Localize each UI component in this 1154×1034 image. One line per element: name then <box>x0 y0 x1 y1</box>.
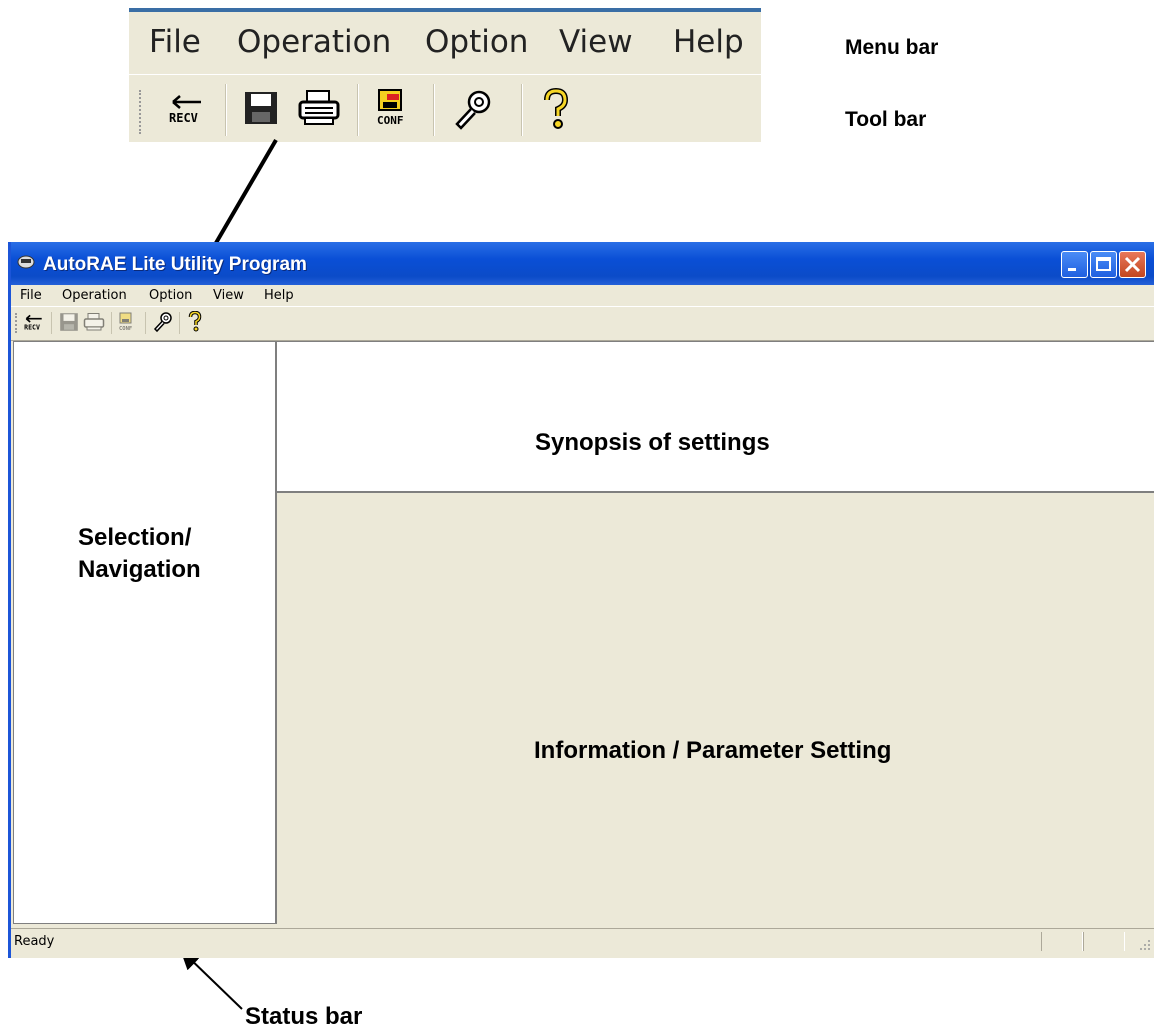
resize-grip-icon[interactable] <box>1137 937 1151 951</box>
minimize-button[interactable] <box>1061 251 1088 278</box>
window-title: AutoRAE Lite Utility Program <box>43 254 307 275</box>
menu-operation[interactable]: Operation <box>62 288 127 303</box>
app-window: AutoRAE Lite Utility Program File Operat… <box>8 242 1154 958</box>
menu-file[interactable]: File <box>20 288 42 303</box>
config-icon[interactable]: CONF <box>117 311 139 333</box>
menu-view[interactable]: View <box>213 288 244 303</box>
synopsis-pane[interactable]: Synopsis of settings <box>276 341 1154 493</box>
toolbar-separator <box>51 312 52 334</box>
synopsis-label: Synopsis of settings <box>535 429 770 456</box>
close-button[interactable] <box>1119 251 1146 278</box>
menu-help[interactable]: Help <box>264 288 294 303</box>
title-bar[interactable]: AutoRAE Lite Utility Program <box>11 242 1154 285</box>
toolbar-separator <box>145 312 146 334</box>
status-panel <box>1041 932 1083 951</box>
maximize-button[interactable] <box>1090 251 1117 278</box>
left-pane-label-line2: Navigation <box>78 556 201 583</box>
toolbar-separator <box>179 312 180 334</box>
minimize-icon <box>1068 268 1076 271</box>
toolbar-grip[interactable] <box>15 313 17 333</box>
recv-icon[interactable]: RECV <box>23 311 45 333</box>
status-panel <box>1083 932 1125 951</box>
information-parameter-pane[interactable]: Information / Parameter Setting <box>276 493 1154 924</box>
print-icon[interactable] <box>83 311 105 333</box>
status-bar-annotation: Status bar <box>245 1003 363 1030</box>
status-bar: Ready <box>11 928 1154 955</box>
toolbar-separator <box>111 312 112 334</box>
svg-text:RECV: RECV <box>24 324 40 332</box>
wrench-icon[interactable] <box>152 311 174 333</box>
svg-text:CONF: CONF <box>119 326 132 332</box>
tool-bar: RECV CONF <box>11 307 1154 341</box>
save-icon[interactable] <box>58 311 80 333</box>
close-icon <box>1124 256 1141 273</box>
selection-navigation-pane[interactable]: Selection/ Navigation <box>13 341 276 924</box>
app-icon <box>17 255 35 269</box>
help-icon[interactable] <box>187 311 203 333</box>
status-text: Ready <box>14 934 55 949</box>
menu-option[interactable]: Option <box>149 288 192 303</box>
maximize-icon <box>1096 257 1111 271</box>
menu-bar: File Operation Option View Help <box>11 285 1154 307</box>
information-label: Information / Parameter Setting <box>534 737 892 764</box>
selection-navigation-label: Selection/ Navigation <box>78 522 201 586</box>
left-pane-label-line1: Selection/ <box>78 524 192 551</box>
status-pointer-arrow <box>180 949 243 1010</box>
